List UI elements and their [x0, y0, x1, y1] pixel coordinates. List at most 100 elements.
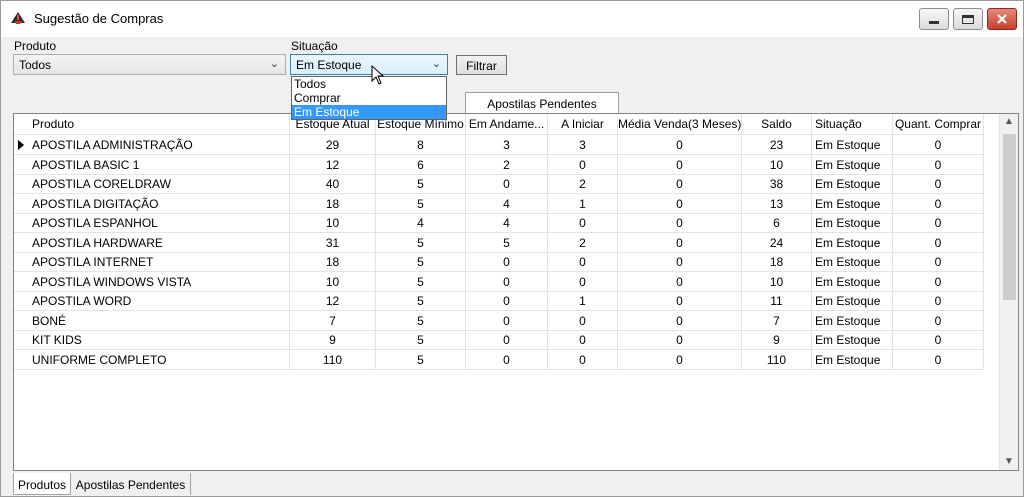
- cell-estoque-minimo[interactable]: 5: [376, 271, 466, 292]
- cell-saldo[interactable]: 11: [742, 291, 812, 311]
- cell-a-iniciar[interactable]: 2: [548, 174, 618, 194]
- cell-a-iniciar[interactable]: 0: [548, 252, 618, 272]
- cell-em-andamento[interactable]: 0: [466, 349, 548, 370]
- column-header-saldo[interactable]: Saldo: [742, 114, 812, 135]
- cell-a-iniciar[interactable]: 0: [548, 310, 618, 331]
- cell-estoque-atual[interactable]: 40: [290, 174, 376, 194]
- situacao-combo[interactable]: Em Estoque ⌄: [290, 54, 448, 75]
- cell-a-iniciar[interactable]: 0: [548, 349, 618, 370]
- cell-quant-comprar[interactable]: 0: [893, 330, 984, 350]
- cell-saldo[interactable]: 23: [742, 135, 812, 155]
- cell-situacao[interactable]: Em Estoque: [812, 291, 893, 311]
- cell-estoque-minimo[interactable]: 5: [376, 349, 466, 370]
- cell-media-venda[interactable]: 0: [618, 271, 742, 292]
- cell-media-venda[interactable]: 0: [618, 330, 742, 350]
- cell-media-venda[interactable]: 0: [618, 232, 742, 253]
- cell-media-venda[interactable]: 0: [618, 213, 742, 233]
- cell-saldo[interactable]: 10: [742, 154, 812, 175]
- cell-quant-comprar[interactable]: 0: [893, 252, 984, 272]
- cell-produto[interactable]: APOSTILA CORELDRAW: [14, 174, 290, 194]
- table-row[interactable]: APOSTILA ADMINISTRAÇÃO 29 8 3 3 0 23 Em Estoque…: [14, 135, 998, 155]
- cell-produto[interactable]: APOSTILA HARDWARE: [14, 232, 290, 253]
- cell-situacao[interactable]: Em Estoque: [812, 232, 893, 253]
- cell-situacao[interactable]: Em Estoque: [812, 174, 893, 194]
- cell-situacao[interactable]: Em Estoque: [812, 271, 893, 292]
- cell-estoque-minimo[interactable]: 5: [376, 193, 466, 214]
- cell-a-iniciar[interactable]: 0: [548, 271, 618, 292]
- cell-saldo[interactable]: 7: [742, 310, 812, 331]
- cell-em-andamento[interactable]: 4: [466, 193, 548, 214]
- cell-quant-comprar[interactable]: 0: [893, 174, 984, 194]
- scroll-down-icon[interactable]: ▼: [1004, 456, 1014, 467]
- maximize-button[interactable]: [953, 8, 983, 30]
- cell-em-andamento[interactable]: 3: [466, 135, 548, 155]
- cell-situacao[interactable]: Em Estoque: [812, 310, 893, 331]
- cell-a-iniciar[interactable]: 3: [548, 135, 618, 155]
- table-row[interactable]: UNIFORME COMPLETO 110 5 0 0 0 110 Em Estoque 0: [14, 349, 998, 370]
- table-row[interactable]: APOSTILA WORD 12 5 0 1 0 11 Em Estoque 0: [14, 291, 998, 311]
- cell-a-iniciar[interactable]: 0: [548, 213, 618, 233]
- filter-button[interactable]: Filtrar: [456, 55, 507, 75]
- option-em-estoque[interactable]: Em Estoque: [292, 105, 446, 119]
- cell-estoque-minimo[interactable]: 6: [376, 154, 466, 175]
- cell-produto[interactable]: BONÉ: [14, 310, 290, 331]
- column-header-media-venda[interactable]: Média Venda(3 Meses): [618, 114, 742, 135]
- cell-em-andamento[interactable]: 0: [466, 252, 548, 272]
- minimize-button[interactable]: [919, 8, 949, 30]
- close-button[interactable]: [987, 8, 1017, 30]
- cell-media-venda[interactable]: 0: [618, 174, 742, 194]
- cell-media-venda[interactable]: 0: [618, 349, 742, 370]
- cell-produto[interactable]: UNIFORME COMPLETO: [14, 349, 290, 370]
- tab-produtos[interactable]: Produtos: [13, 473, 71, 495]
- table-row[interactable]: APOSTILA DIGITAÇÃO 18 5 4 1 0 13 Em Estoque 0: [14, 193, 998, 214]
- cell-a-iniciar[interactable]: 2: [548, 232, 618, 253]
- cell-situacao[interactable]: Em Estoque: [812, 193, 893, 214]
- table-row[interactable]: BONÉ 7 5 0 0 0 7 Em Estoque 0: [14, 310, 998, 331]
- cell-a-iniciar[interactable]: 1: [548, 193, 618, 214]
- cell-produto[interactable]: APOSTILA ADMINISTRAÇÃO: [14, 135, 290, 155]
- cell-quant-comprar[interactable]: 0: [893, 154, 984, 175]
- column-header-em-andamento[interactable]: Em Andame...: [466, 114, 548, 135]
- cell-em-andamento[interactable]: 4: [466, 213, 548, 233]
- cell-produto[interactable]: KIT KIDS: [14, 330, 290, 350]
- cell-quant-comprar[interactable]: 0: [893, 135, 984, 155]
- cell-produto[interactable]: APOSTILA DIGITAÇÃO: [14, 193, 290, 214]
- cell-quant-comprar[interactable]: 0: [893, 349, 984, 370]
- cell-estoque-minimo[interactable]: 5: [376, 232, 466, 253]
- cell-estoque-minimo[interactable]: 4: [376, 213, 466, 233]
- scroll-thumb[interactable]: [1003, 134, 1016, 300]
- cell-saldo[interactable]: 10: [742, 271, 812, 292]
- vertical-scrollbar[interactable]: ▲ ▼: [999, 114, 1018, 470]
- cell-situacao[interactable]: Em Estoque: [812, 213, 893, 233]
- cell-quant-comprar[interactable]: 0: [893, 213, 984, 233]
- cell-produto[interactable]: APOSTILA ESPANHOL: [14, 213, 290, 233]
- table-row[interactable]: APOSTILA HARDWARE 31 5 5 2 0 24 Em Estoque 0: [14, 232, 998, 253]
- cell-estoque-minimo[interactable]: 5: [376, 252, 466, 272]
- cell-em-andamento[interactable]: 5: [466, 232, 548, 253]
- cell-media-venda[interactable]: 0: [618, 291, 742, 311]
- cell-estoque-atual[interactable]: 110: [290, 349, 376, 370]
- title-bar[interactable]: Sugestão de Compras: [1, 1, 1023, 37]
- cell-produto[interactable]: APOSTILA INTERNET: [14, 252, 290, 272]
- cell-situacao[interactable]: Em Estoque: [812, 135, 893, 155]
- cell-media-venda[interactable]: 0: [618, 310, 742, 331]
- cell-a-iniciar[interactable]: 0: [548, 330, 618, 350]
- cell-estoque-minimo[interactable]: 8: [376, 135, 466, 155]
- column-header-a-iniciar[interactable]: A Iniciar: [548, 114, 618, 135]
- cell-a-iniciar[interactable]: 0: [548, 154, 618, 175]
- cell-estoque-minimo[interactable]: 5: [376, 330, 466, 350]
- situacao-dropdown-list[interactable]: Todos Comprar Em Estoque: [291, 76, 447, 120]
- table-row[interactable]: KIT KIDS 9 5 0 0 0 9 Em Estoque 0: [14, 330, 998, 350]
- cell-situacao[interactable]: Em Estoque: [812, 154, 893, 175]
- cell-situacao[interactable]: Em Estoque: [812, 330, 893, 350]
- cell-em-andamento[interactable]: 0: [466, 174, 548, 194]
- cell-estoque-atual[interactable]: 7: [290, 310, 376, 331]
- cell-estoque-atual[interactable]: 31: [290, 232, 376, 253]
- cell-em-andamento[interactable]: 0: [466, 310, 548, 331]
- cell-quant-comprar[interactable]: 0: [893, 291, 984, 311]
- column-header-quant-comprar[interactable]: Quant. Comprar: [893, 114, 984, 135]
- tab-apostilas-pendentes-top[interactable]: Apostilas Pendentes: [465, 92, 619, 114]
- cell-estoque-minimo[interactable]: 5: [376, 174, 466, 194]
- cell-media-venda[interactable]: 0: [618, 252, 742, 272]
- cell-estoque-atual[interactable]: 18: [290, 252, 376, 272]
